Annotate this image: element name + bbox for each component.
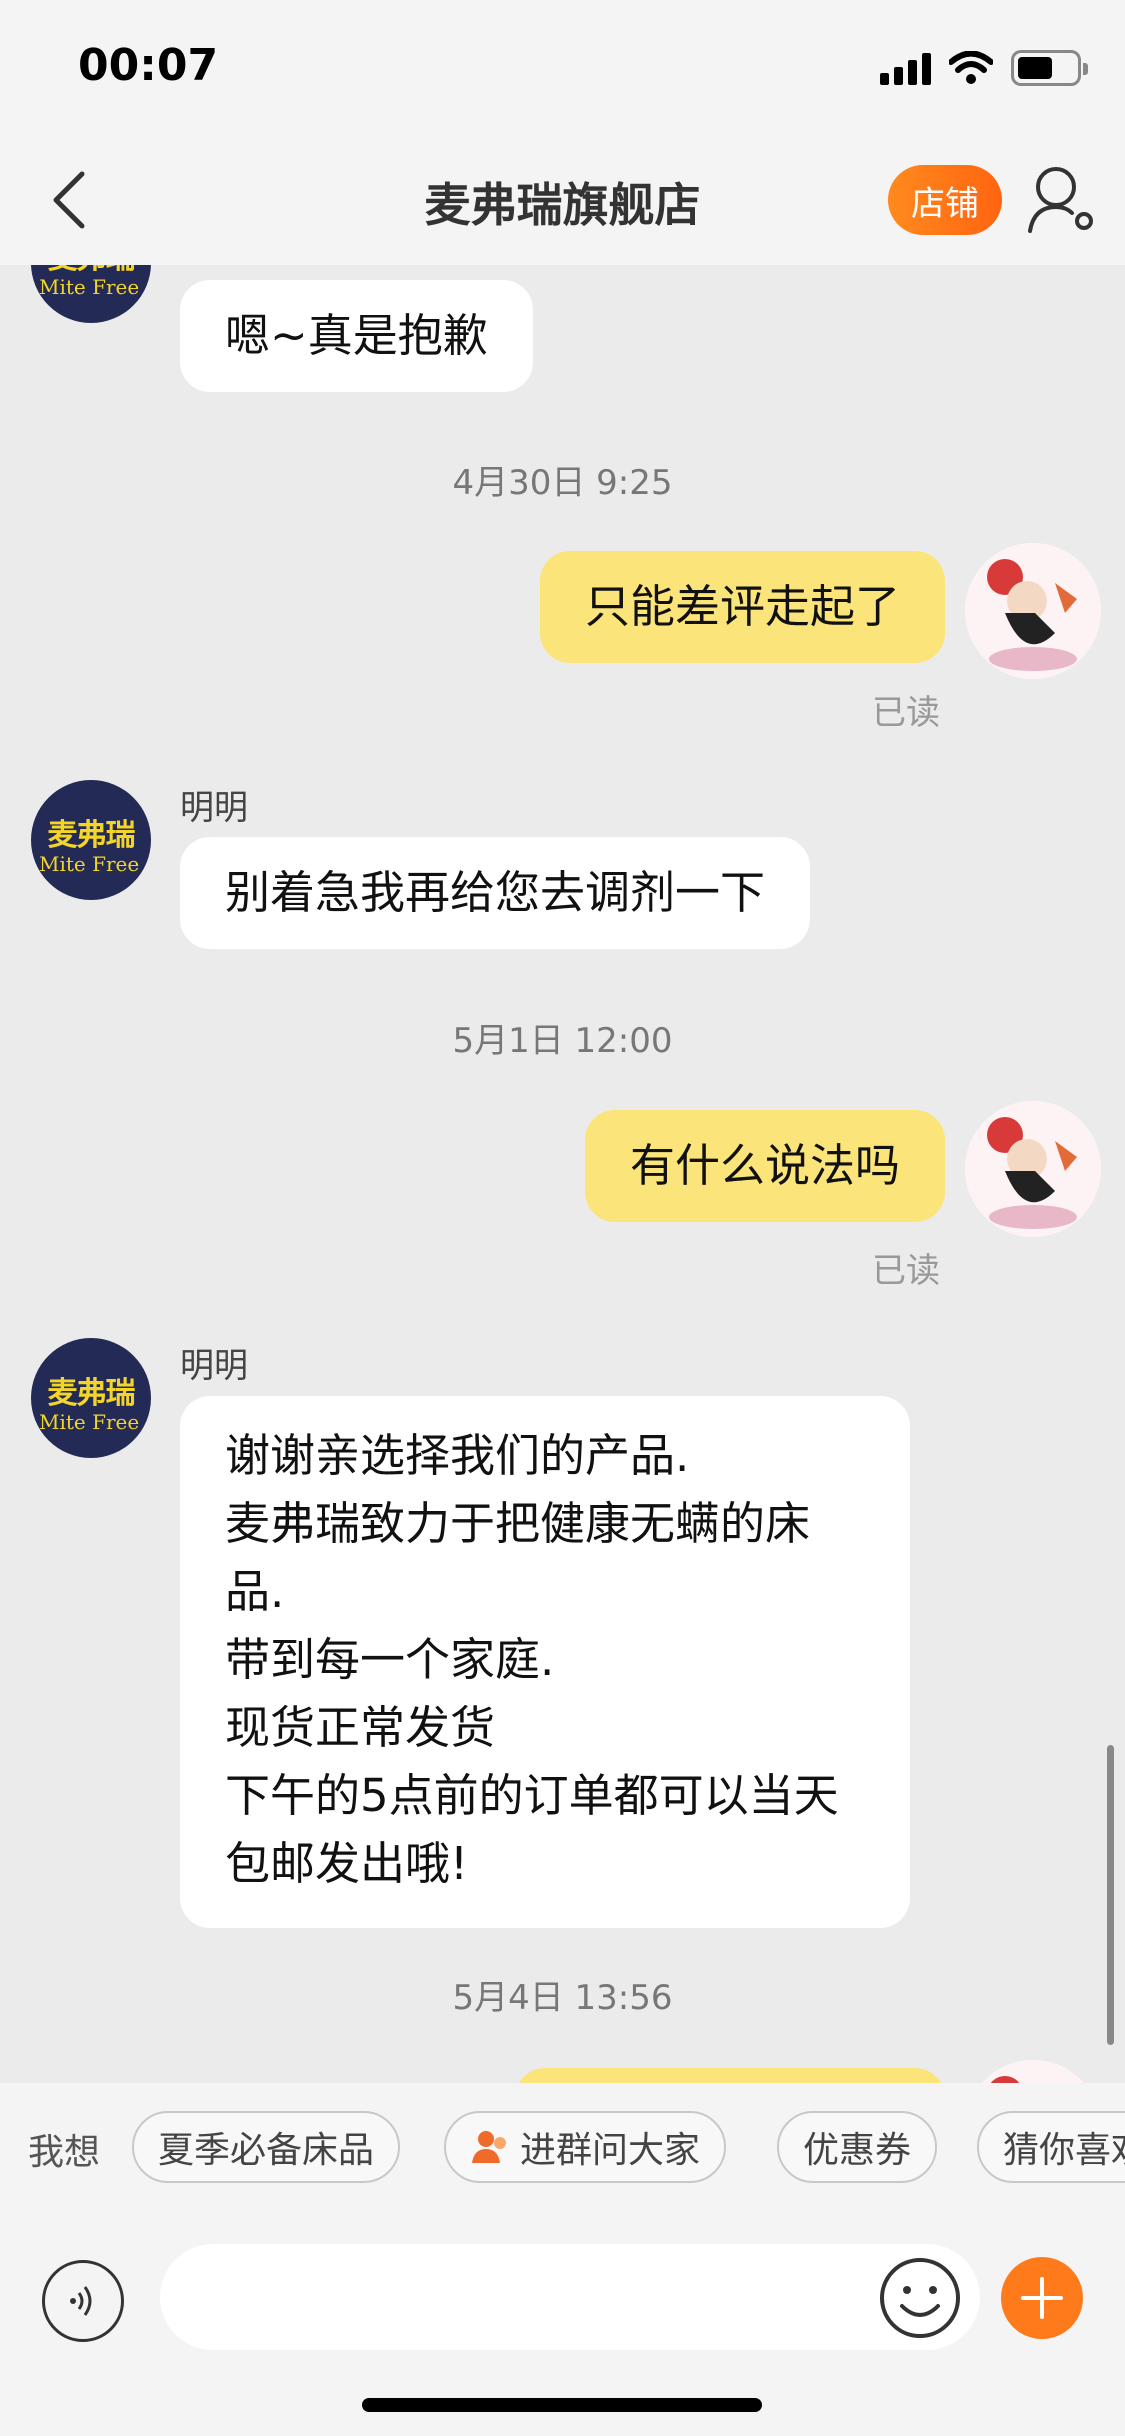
message-bubble-outgoing[interactable] <box>515 2068 945 2083</box>
home-indicator[interactable] <box>362 2398 762 2412</box>
voice-button[interactable] <box>42 2260 124 2342</box>
chat-area[interactable]: 麦弗瑞 Mite Free 嗯~真是抱歉 4月30日 9:25 只能差评走起了 … <box>0 265 1125 2083</box>
user-avatar[interactable] <box>965 543 1101 679</box>
battery-icon <box>1011 50 1088 86</box>
emoji-icon[interactable] <box>878 2256 962 2340</box>
message-timestamp: 4月30日 9:25 <box>452 463 673 503</box>
message-bubble-incoming[interactable]: 谢谢亲选择我们的产品. 麦弗瑞致力于把健康无螨的床品. 带到每一个家庭. 现货正… <box>180 1396 910 1928</box>
user-avatar[interactable] <box>965 2060 1101 2083</box>
message-input[interactable] <box>160 2244 980 2350</box>
quick-reply-bar: 我想 夏季必备床品 进群问大家 优惠券 猜你喜欢 <box>0 2083 1125 2208</box>
user-avatar-image <box>965 1101 1101 1237</box>
shop-button[interactable]: 店铺 <box>888 165 1002 235</box>
user-avatar-image <box>982 2060 1084 2083</box>
quick-reply-chip[interactable]: 优惠券 <box>777 2111 938 2183</box>
message-timestamp: 5月4日 13:56 <box>452 1978 673 2018</box>
read-status: 已读 <box>872 693 940 733</box>
status-time: 00:07 <box>78 40 219 91</box>
shop-avatar[interactable]: 麦弗瑞 Mite Free <box>31 780 151 900</box>
status-icons <box>880 50 1088 86</box>
status-bar: 00:07 <box>0 0 1125 135</box>
nav-bar: 麦弗瑞旗舰店 店铺 <box>0 135 1125 265</box>
read-status: 已读 <box>872 1251 940 1291</box>
signal-icon <box>880 51 931 85</box>
input-bar <box>0 2208 1125 2436</box>
plus-button[interactable] <box>1001 2257 1083 2339</box>
user-avatar[interactable] <box>965 1101 1101 1237</box>
profile-settings-icon[interactable] <box>1026 163 1098 235</box>
sender-name: 明明 <box>180 788 248 828</box>
sender-name: 明明 <box>180 1346 248 1386</box>
plus-icon <box>1021 2277 1063 2319</box>
quick-reply-label: 我想 <box>28 2132 101 2173</box>
group-people-icon <box>472 2131 506 2163</box>
message-bubble-outgoing[interactable]: 只能差评走起了 <box>539 551 945 663</box>
wifi-icon <box>949 51 993 84</box>
shop-avatar[interactable]: 麦弗瑞 Mite Free <box>31 265 151 323</box>
message-bubble-incoming[interactable]: 别着急我再给您去调剂一下 <box>180 837 811 949</box>
message-timestamp: 5月1日 12:00 <box>452 1021 673 1061</box>
message-bubble-outgoing[interactable]: 有什么说法吗 <box>584 1110 945 1222</box>
scrollbar[interactable] <box>1107 1745 1114 2045</box>
user-avatar-image <box>965 543 1101 679</box>
quick-reply-chip[interactable]: 夏季必备床品 <box>132 2111 401 2183</box>
message-bubble-incoming[interactable]: 嗯~真是抱歉 <box>180 280 533 392</box>
quick-reply-chip[interactable]: 猜你喜欢 <box>977 2111 1125 2183</box>
shop-avatar[interactable]: 麦弗瑞 Mite Free <box>31 1338 151 1458</box>
quick-reply-chip[interactable]: 进群问大家 <box>444 2111 727 2183</box>
voice-icon <box>70 2286 92 2316</box>
